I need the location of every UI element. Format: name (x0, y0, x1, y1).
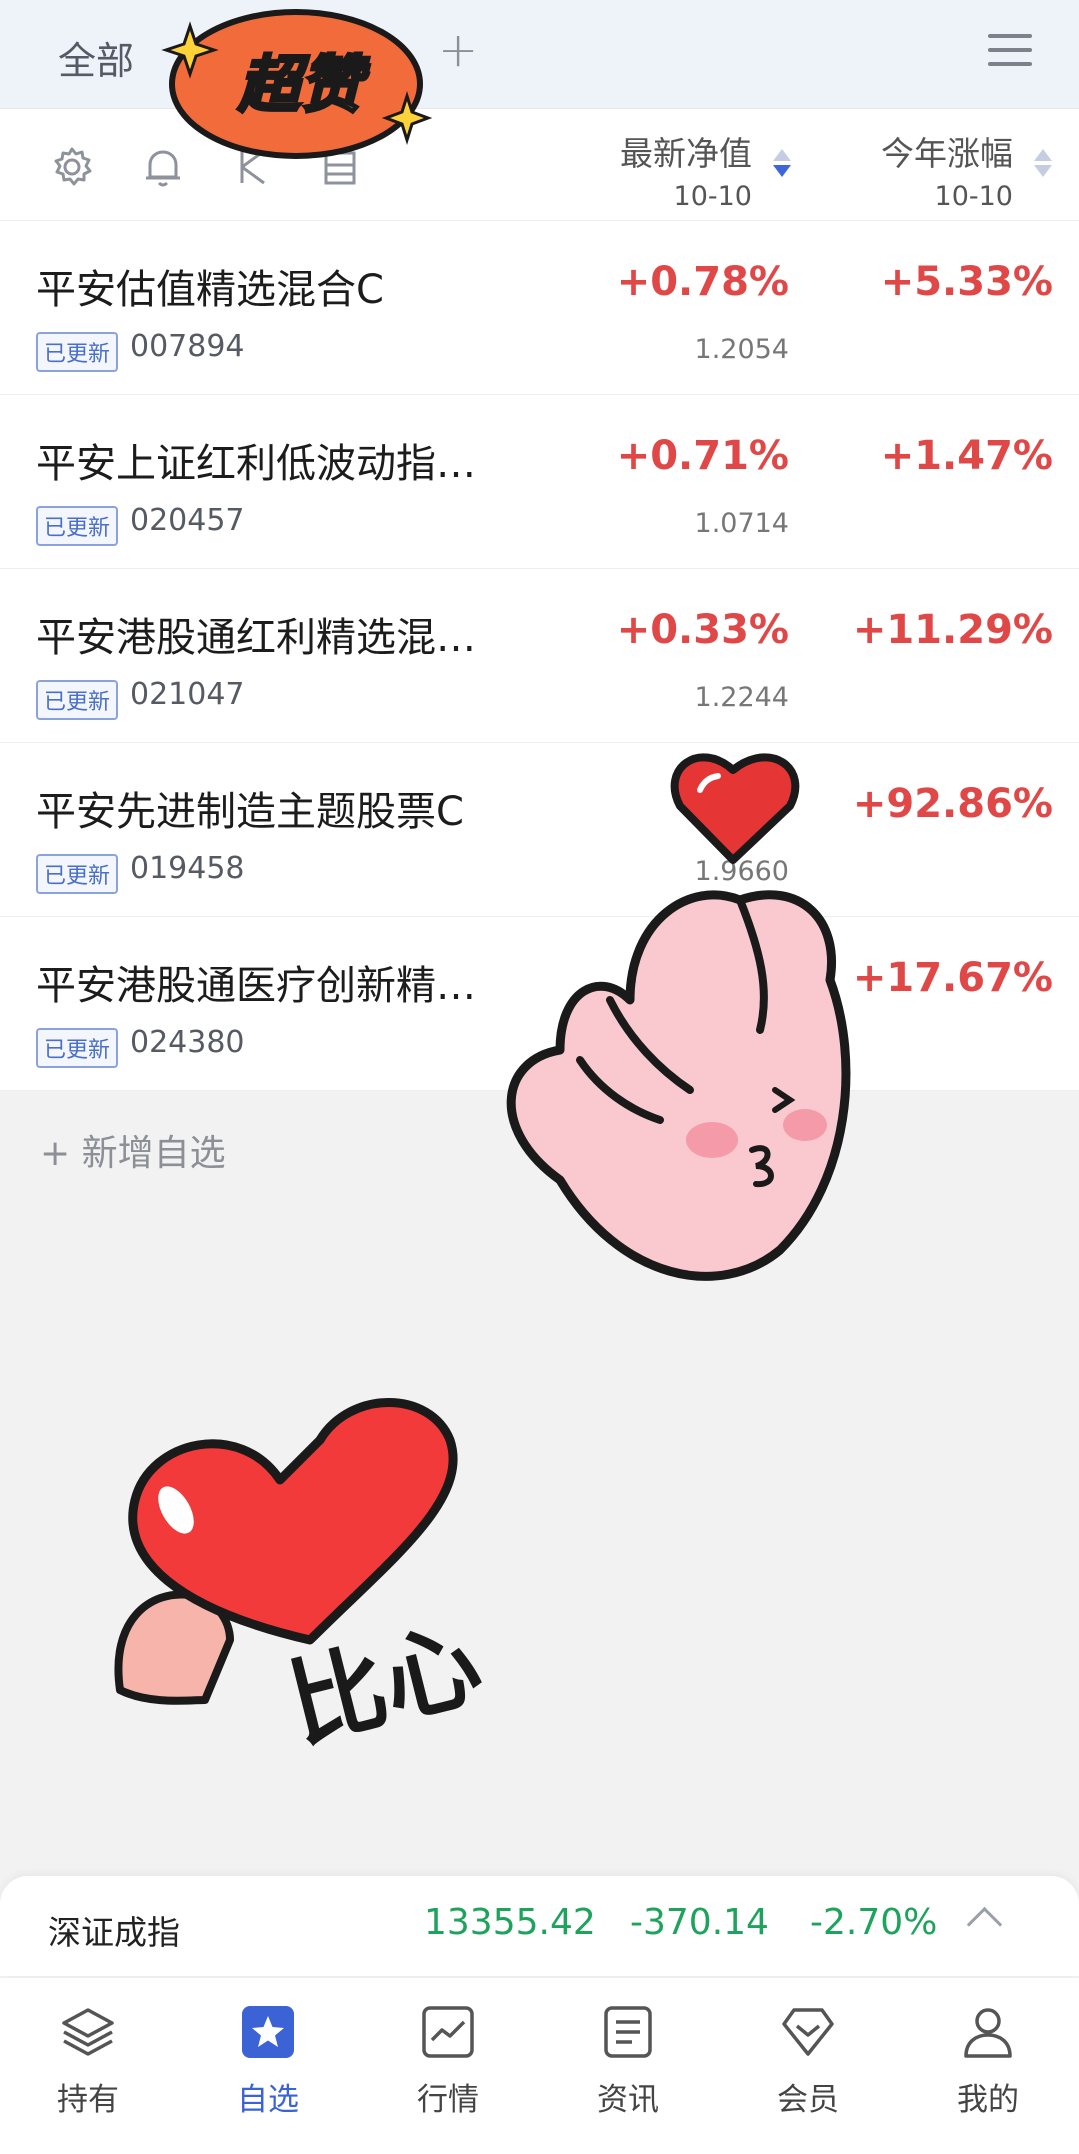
nav-tab-membership[interactable]: 会员 (738, 1996, 878, 2119)
ytd-sort-icon[interactable] (1034, 149, 1052, 177)
menu-icon[interactable] (988, 34, 1032, 70)
updated-badge: 已更新 (36, 680, 119, 720)
bottom-navigation: 持有 自选 行情 资讯 会员 我的 (0, 1977, 1079, 2154)
diamond-icon (782, 2008, 834, 2056)
ytd-column-header[interactable]: 今年涨幅 10-10 (881, 127, 1013, 212)
tab-all[interactable]: 全部 (58, 30, 134, 85)
nav-tab-news[interactable]: 资讯 (558, 1996, 698, 2119)
nav-tab-label: 会员 (777, 2082, 839, 2118)
kline-icon[interactable] (236, 145, 272, 189)
chart-icon (422, 2006, 474, 2058)
nav-tab-profile[interactable]: 我的 (918, 1996, 1058, 2119)
nav-change: +0.71% (616, 433, 789, 479)
ytd-column-label: 今年涨幅 (881, 134, 1013, 173)
nav-tab-label: 自选 (237, 2082, 299, 2118)
bell-icon[interactable] (142, 145, 184, 189)
updated-badge: 已更新 (36, 506, 119, 546)
fund-code: 020457 (130, 503, 245, 538)
updated-badge: 已更新 (36, 854, 119, 894)
fund-row[interactable]: 平安估值精选混合C 已更新 007894 +0.78% 1.2054 +5.33… (0, 221, 1079, 395)
top-tab-bar: 全部 + (0, 0, 1079, 109)
nav-tab-holdings[interactable]: 持有 (18, 1996, 158, 2119)
list-icon[interactable] (320, 145, 360, 189)
fund-name: 平安港股通红利精选混… (36, 615, 476, 661)
fund-code: 007894 (130, 329, 245, 364)
add-group-button[interactable]: + (438, 22, 478, 78)
add-watchlist-button[interactable]: + 新增自选 (40, 1124, 226, 1176)
fund-row[interactable]: 平安港股通红利精选混… 已更新 021047 +0.33% 1.2244 +11… (0, 569, 1079, 743)
fund-code: 024380 (130, 1025, 245, 1060)
nav-tab-watchlist[interactable]: 自选 (198, 1996, 338, 2119)
user-icon (964, 2008, 1012, 2058)
updated-badge: 已更新 (36, 332, 119, 372)
chevron-up-icon[interactable] (966, 1906, 1003, 1943)
index-value: 13355.42 (424, 1902, 596, 1943)
nav-tab-label: 行情 (417, 2082, 479, 2118)
fund-name: 平安先进制造主题股票C (36, 789, 464, 835)
document-icon (604, 2006, 652, 2058)
ytd-return: +1.47% (880, 433, 1053, 479)
nav-column-header[interactable]: 最新净值 10-10 (620, 127, 752, 212)
nav-change: +0.33% (616, 607, 789, 653)
fund-name: 平安港股通医疗创新精… (36, 963, 476, 1009)
index-name: 深证成指 (48, 1913, 180, 1952)
ytd-return: +92.86% (852, 781, 1053, 827)
nav-tab-market[interactable]: 行情 (378, 1996, 518, 2119)
index-ticker-bar[interactable]: 深证成指 13355.42 -370.14 -2.70% (0, 1876, 1079, 1976)
fund-name: 平安估值精选混合C (36, 267, 384, 313)
ytd-return: +17.67% (852, 955, 1053, 1001)
fund-row[interactable]: 平安港股通医疗创新精… 已更新 024380 +17.67% (0, 917, 1079, 1091)
nav-value: 1.9660 (694, 856, 789, 887)
nav-column-label: 最新净值 (620, 134, 752, 173)
fund-watchlist: 平安估值精选混合C 已更新 007894 +0.78% 1.2054 +5.33… (0, 221, 1079, 1091)
fund-name: 平安上证红利低波动指… (36, 441, 476, 487)
nav-value: 1.2054 (694, 334, 789, 365)
bixin-text: 比心 (278, 1607, 491, 1762)
fund-code: 019458 (130, 851, 245, 886)
nav-value: 1.0714 (694, 508, 789, 539)
fund-row[interactable]: 平安上证红利低波动指… 已更新 020457 +0.71% 1.0714 +1.… (0, 395, 1079, 569)
nav-change: +0.78% (616, 259, 789, 305)
nav-sort-icon[interactable] (773, 149, 791, 177)
bixin-sticker: 比心 (114, 1398, 492, 1762)
layers-icon (62, 2008, 114, 2056)
nav-value: 1.2244 (694, 682, 789, 713)
fund-code: 021047 (130, 677, 245, 712)
nav-column-date: 10-10 (673, 181, 752, 212)
settings-gear-icon[interactable] (50, 145, 94, 189)
nav-tab-label: 我的 (957, 2082, 1019, 2118)
ytd-column-date: 10-10 (934, 181, 1013, 212)
fund-row[interactable]: 平安先进制造主题股票C 已更新 019458 1.9660 +92.86% (0, 743, 1079, 917)
updated-badge: 已更新 (36, 1028, 119, 1068)
index-change-percent: -2.70% (810, 1902, 938, 1943)
list-toolbar: 最新净值 10-10 今年涨幅 10-10 (0, 109, 1079, 221)
nav-tab-label: 资讯 (597, 2082, 659, 2118)
ytd-return: +5.33% (880, 259, 1053, 305)
nav-tab-label: 持有 (57, 2082, 119, 2118)
index-change: -370.14 (630, 1902, 769, 1943)
ytd-return: +11.29% (852, 607, 1053, 653)
star-icon (242, 2006, 294, 2058)
